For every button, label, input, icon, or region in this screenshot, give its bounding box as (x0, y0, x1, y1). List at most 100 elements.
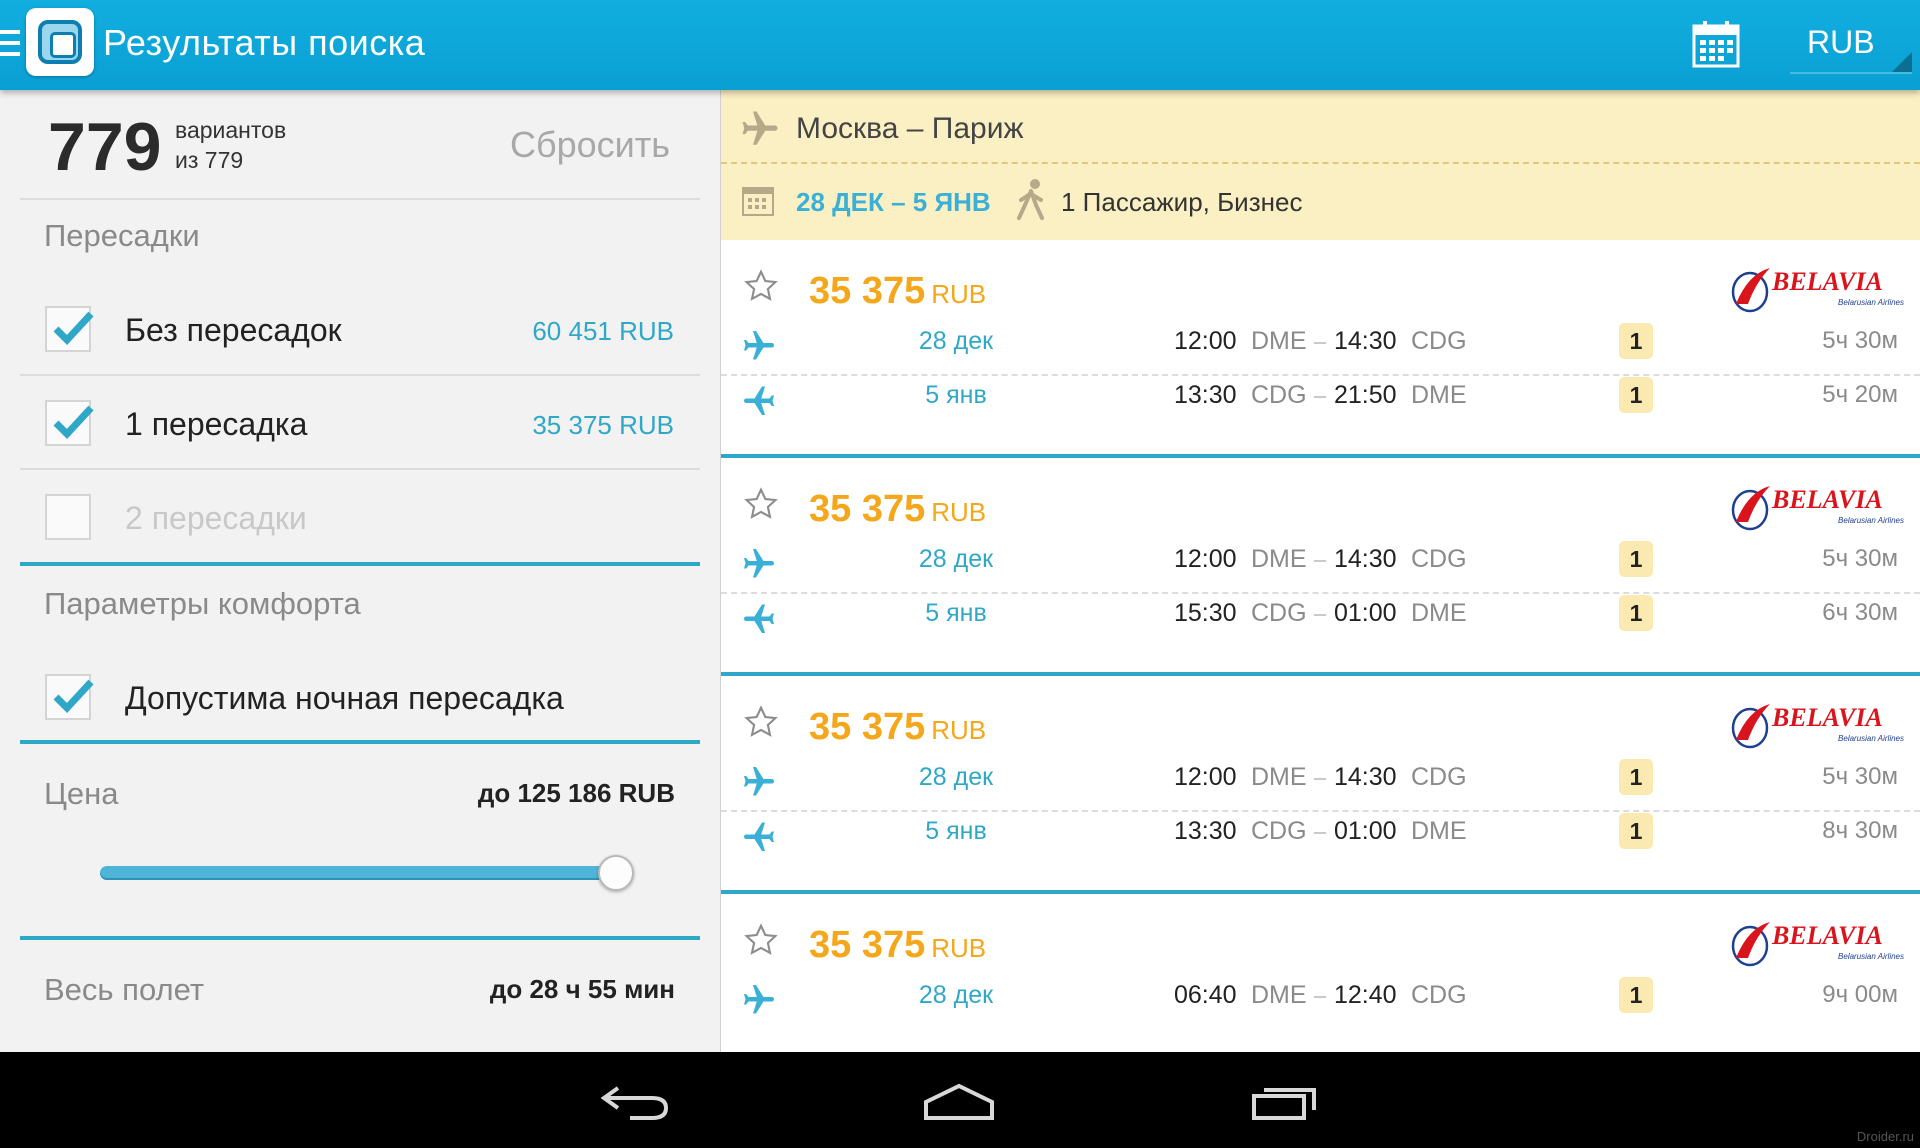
leg-dash (1314, 996, 1326, 998)
leg-departure-time: 13:30 (1174, 817, 1237, 845)
leg-duration: 5ч 30м (1822, 763, 1898, 790)
stops-badge: 1 (1619, 323, 1653, 359)
favorite-star-icon[interactable] (743, 704, 779, 740)
divider (20, 198, 700, 200)
flight-leg[interactable]: 28 дек 06:40 DME 12:40 CDG 1 9ч 00м (721, 964, 1920, 1028)
leg-dash (1314, 560, 1326, 562)
currency-label: RUB (1807, 24, 1875, 60)
airline-name: BELAVIA (1771, 703, 1883, 732)
results-count-row: 779 вариантов из 779 Сбросить (0, 90, 700, 198)
filter-label: Допустима ночная пересадка (125, 680, 564, 716)
flight-leg[interactable]: 5 янв 15:30 CDG 01:00 DME 1 6ч 30м (721, 582, 1920, 646)
menu-icon[interactable] (0, 30, 20, 60)
filter-min-price: 35 375 RUB (532, 410, 674, 440)
stops-badge: 1 (1619, 759, 1653, 795)
ticket-card[interactable]: 35 375 RUB BELAVIA Belarusian Airlines 28 де… (721, 676, 1920, 894)
route-summary[interactable]: Москва – Париж 28 ДЕК – 5 ЯНВ 1 Пассажир… (721, 90, 1920, 241)
leg-departure-time: 15:30 (1174, 599, 1237, 627)
filter-one-transfer[interactable]: 1 пересадка 35 375 RUB (20, 376, 700, 468)
flight-leg[interactable]: 5 янв 13:30 CDG 21:50 DME 1 5ч 20м (721, 364, 1920, 428)
filter-no-transfers[interactable]: Без пересадок 60 451 RUB (20, 282, 700, 374)
stops-badge: 1 (1619, 541, 1653, 577)
ticket-price: 35 375 RUB (809, 270, 986, 313)
ticket-card[interactable]: 35 375 RUB BELAVIA Belarusian Airlines 28 де… (721, 458, 1920, 676)
favorite-star-icon[interactable] (743, 268, 779, 304)
leg-departure-time: 06:40 (1174, 981, 1237, 1009)
leg-departure-time: 13:30 (1174, 381, 1237, 409)
leg-arrival-time: 01:00 (1334, 599, 1397, 627)
checkbox-unchecked (45, 494, 91, 540)
home-icon[interactable] (922, 1082, 996, 1122)
return-plane-icon (744, 604, 774, 633)
results-count-total: из 779 (175, 147, 244, 173)
action-bar: Результаты поиска RUB (0, 0, 1920, 90)
leg-arrival-time: 21:50 (1334, 381, 1397, 409)
leg-origin-code: CDG (1251, 381, 1307, 409)
passenger-icon (1017, 179, 1044, 220)
watermark: Droider.ru (1856, 1129, 1914, 1144)
filter-panel: 779 вариантов из 779 Сбросить Пересадки … (0, 90, 720, 1052)
recent-apps-icon[interactable] (1250, 1082, 1320, 1122)
leg-dash (1314, 614, 1326, 616)
stops-badge: 1 (1619, 813, 1653, 849)
price-value: 35 375 (809, 706, 926, 748)
leg-departure-time: 12:00 (1174, 763, 1237, 791)
calendar-icon[interactable] (1690, 18, 1742, 70)
price-slider-thumb[interactable] (598, 855, 634, 891)
airline-subtitle: Belarusian Airlines (1838, 734, 1904, 743)
duration-section-title: Весь полет (44, 972, 205, 1007)
price-currency: RUB (931, 715, 987, 745)
app-logo[interactable] (26, 8, 94, 76)
stops-badge: 1 (1619, 595, 1653, 631)
leg-arrival-time: 12:40 (1334, 981, 1397, 1009)
leg-departure-time: 12:00 (1174, 327, 1237, 355)
price-section-title: Цена (44, 776, 119, 811)
results-count: 779 (48, 109, 162, 185)
price-value: 35 375 (809, 924, 926, 966)
favorite-star-icon[interactable] (743, 922, 779, 958)
ticket-card[interactable]: 35 375 RUB BELAVIA Belarusian Airlines 28 де… (721, 894, 1920, 1052)
back-icon[interactable] (600, 1082, 670, 1122)
checkbox-checked[interactable] (45, 306, 94, 352)
check-icon (53, 311, 94, 346)
flight-leg[interactable]: 5 янв 13:30 CDG 01:00 DME 1 8ч 30м (721, 800, 1920, 864)
ticket-price: 35 375 RUB (809, 706, 986, 749)
leg-date: 5 янв (925, 817, 987, 845)
price-value: 35 375 (809, 270, 926, 312)
ticket-price: 35 375 RUB (809, 488, 986, 531)
leg-destination-code: DME (1411, 381, 1467, 409)
filter-min-price: 60 451 RUB (532, 316, 674, 346)
currency-selector[interactable]: RUB (1790, 0, 1912, 74)
section-divider (20, 740, 700, 744)
departure-plane-icon (744, 767, 774, 796)
ticket-price: 35 375 RUB (809, 924, 986, 967)
favorite-star-icon[interactable] (743, 486, 779, 522)
page-title: Результаты поиска (103, 22, 426, 63)
leg-dash (1314, 396, 1326, 398)
stops-badge: 1 (1619, 977, 1653, 1013)
checkbox-checked[interactable] (45, 674, 94, 720)
leg-origin-code: DME (1251, 763, 1307, 791)
leg-date: 28 дек (918, 327, 994, 355)
filter-night-transfer[interactable]: Допустима ночная пересадка (20, 650, 700, 742)
filter-label: 1 пересадка (125, 406, 308, 442)
checkbox-checked[interactable] (45, 400, 94, 446)
leg-arrival-time: 14:30 (1334, 763, 1397, 791)
leg-duration: 8ч 30м (1822, 817, 1898, 844)
leg-date: 5 янв (925, 381, 987, 409)
leg-arrival-time: 14:30 (1334, 545, 1397, 573)
leg-duration: 5ч 30м (1822, 327, 1898, 354)
leg-date: 28 дек (918, 763, 994, 791)
check-icon (53, 679, 94, 714)
leg-date: 5 янв (925, 599, 987, 627)
price-currency: RUB (931, 279, 987, 309)
departure-plane-icon (744, 985, 774, 1014)
reset-button[interactable]: Сбросить (510, 124, 670, 166)
price-slider-track[interactable] (100, 866, 620, 880)
results-list[interactable]: Москва – Париж 28 ДЕК – 5 ЯНВ 1 Пассажир… (721, 90, 1920, 1052)
leg-destination-code: CDG (1411, 545, 1467, 573)
section-divider (20, 936, 700, 940)
ticket-card[interactable]: 35 375 RUB BELAVIA Belarusian Airlines 28 де… (721, 240, 1920, 458)
leg-origin-code: DME (1251, 545, 1307, 573)
airline-name: BELAVIA (1771, 485, 1883, 514)
